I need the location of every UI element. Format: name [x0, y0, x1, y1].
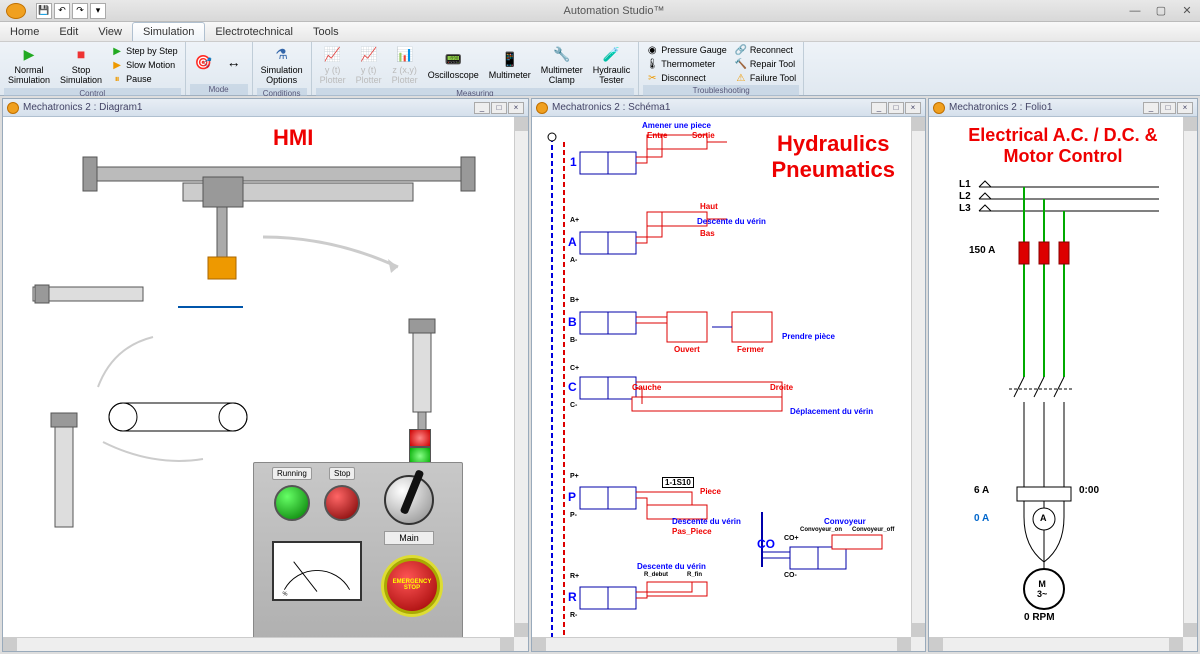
control-panel: Running Stop Main % EMERGENCYSTOP	[253, 462, 463, 642]
pane-close-button[interactable]: ×	[1177, 102, 1193, 114]
reconnect-button[interactable]: 🔗Reconnect	[732, 43, 799, 57]
scrollbar-vertical[interactable]	[514, 117, 528, 637]
running-label: Running	[272, 467, 312, 480]
pane-max-button[interactable]: □	[888, 102, 904, 114]
qat-button[interactable]: ▾	[90, 3, 106, 19]
pane-title-bar[interactable]: Mechatronics 2 : Folio1 _□×	[929, 99, 1197, 117]
qat-button[interactable]: ↶	[54, 3, 70, 19]
pause-button[interactable]: ⏸Pause	[108, 72, 181, 86]
simulation-options-button[interactable]: ⚗Simulation Options	[257, 43, 307, 88]
pane-title-text: Mechatronics 2 : Diagram1	[23, 102, 143, 113]
pane-min-button[interactable]: _	[1143, 102, 1159, 114]
electrical-canvas[interactable]: Electrical A.C. / D.C. & Motor Control	[929, 117, 1197, 651]
selector-switch[interactable]	[384, 475, 434, 525]
pane-logo-icon	[7, 102, 19, 114]
svg-text:%: %	[282, 591, 287, 597]
emergency-stop-button[interactable]: EMERGENCYSTOP	[384, 558, 440, 614]
workspace: Mechatronics 2 : Diagram1 _□× HMI	[0, 96, 1200, 654]
title-bar: 💾 ↶ ↷ ▾ Automation Studio™ — ▢ ✕	[0, 0, 1200, 22]
analog-meter: %	[272, 541, 362, 601]
group-troubleshooting: ◉Pressure Gauge 🌡Thermometer ✂Disconnect…	[639, 42, 804, 95]
scrollbar-horizontal[interactable]	[929, 637, 1183, 651]
multimeter-button[interactable]: 📱Multimeter	[485, 48, 535, 83]
disconnect-button[interactable]: ✂Disconnect	[643, 71, 730, 85]
scrollbar-horizontal[interactable]	[3, 637, 514, 651]
pane-max-button[interactable]: □	[1160, 102, 1176, 114]
tab-view[interactable]: View	[88, 23, 132, 41]
pane-close-button[interactable]: ×	[905, 102, 921, 114]
running-button[interactable]	[274, 485, 310, 521]
tab-home[interactable]: Home	[0, 23, 49, 41]
window-title: Automation Studio™	[106, 5, 1122, 17]
hydraulics-canvas[interactable]: Hydraulics Pneumatics	[532, 117, 925, 651]
group-conditions: ⚗Simulation Options Conditions	[253, 42, 312, 95]
pane-min-button[interactable]: _	[474, 102, 490, 114]
main-label: Main	[384, 531, 434, 545]
scrollbar-vertical[interactable]	[1183, 117, 1197, 637]
pane-title-text: Mechatronics 2 : Folio1	[949, 102, 1052, 113]
normal-simulation-button[interactable]: ▶Normal Simulation	[4, 43, 54, 88]
rpm-reading: 0 RPM	[1024, 612, 1055, 623]
mode-button-2[interactable]: ↔	[220, 51, 248, 76]
z-plotter-button[interactable]: 📊z (x,y) Plotter	[388, 43, 422, 88]
y-plotter-2-button[interactable]: 📈y (t) Plotter	[352, 43, 386, 88]
scrollbar-vertical[interactable]	[911, 117, 925, 637]
pane-logo-icon	[536, 102, 548, 114]
hmi-canvas[interactable]: HMI	[3, 117, 528, 651]
pane-max-button[interactable]: □	[491, 102, 507, 114]
minimize-button[interactable]: —	[1122, 1, 1148, 21]
scrollbar-horizontal[interactable]	[532, 637, 911, 651]
hydraulics-schematic	[532, 117, 915, 651]
app-logo-icon	[6, 3, 26, 19]
mode-button[interactable]: 🎯	[190, 51, 218, 76]
qat-button[interactable]: 💾	[36, 3, 52, 19]
ammeter-reading: 0 A	[974, 513, 989, 524]
step-by-step-button[interactable]: ▶Step by Step	[108, 44, 181, 58]
group-measuring: 📈y (t) Plotter 📈y (t) Plotter 📊z (x,y) P…	[312, 42, 640, 95]
pane-close-button[interactable]: ×	[508, 102, 524, 114]
maximize-button[interactable]: ▢	[1148, 1, 1174, 21]
group-control: ▶Normal Simulation ■Stop Simulation ▶Ste…	[0, 42, 186, 95]
pane-min-button[interactable]: _	[871, 102, 887, 114]
close-button[interactable]: ✕	[1174, 1, 1200, 21]
tab-electrotechnical[interactable]: Electrotechnical	[205, 23, 303, 41]
pane-title-text: Mechatronics 2 : Schéma1	[552, 102, 670, 113]
tab-edit[interactable]: Edit	[49, 23, 88, 41]
pane-title-bar[interactable]: Mechatronics 2 : Diagram1 _□×	[3, 99, 528, 117]
pane-title-bar[interactable]: Mechatronics 2 : Schéma1 _□×	[532, 99, 925, 117]
quick-access-toolbar: 💾 ↶ ↷ ▾	[36, 3, 106, 19]
pane-hmi: Mechatronics 2 : Diagram1 _□× HMI	[2, 98, 529, 652]
thermometer-button[interactable]: 🌡Thermometer	[643, 57, 730, 71]
pane-hydraulics: Mechatronics 2 : Schéma1 _□× Hydraulics …	[531, 98, 926, 652]
clamp-button[interactable]: 🔧Multimeter Clamp	[537, 43, 587, 88]
tab-tools[interactable]: Tools	[303, 23, 349, 41]
stop-button[interactable]	[324, 485, 360, 521]
repair-tool-button[interactable]: 🔨Repair Tool	[732, 57, 799, 71]
oscilloscope-button[interactable]: 📟Oscilloscope	[424, 48, 483, 83]
stack-light-red	[409, 429, 431, 447]
tab-simulation[interactable]: Simulation	[132, 22, 205, 41]
pressure-gauge-button[interactable]: ◉Pressure Gauge	[643, 43, 730, 57]
group-mode: 🎯 ↔ Mode	[186, 42, 253, 95]
y-plotter-button[interactable]: 📈y (t) Plotter	[316, 43, 350, 88]
pane-logo-icon	[933, 102, 945, 114]
pane-electrical: Mechatronics 2 : Folio1 _□× Electrical A…	[928, 98, 1198, 652]
failure-tool-button[interactable]: ⚠Failure Tool	[732, 71, 799, 85]
stop-label: Stop	[329, 467, 355, 480]
ribbon: ▶Normal Simulation ■Stop Simulation ▶Ste…	[0, 42, 1200, 96]
hydraulic-tester-button[interactable]: 🧪Hydraulic Tester	[589, 43, 635, 88]
qat-button[interactable]: ↷	[72, 3, 88, 19]
slow-motion-button[interactable]: ▶Slow Motion	[108, 58, 181, 72]
stop-simulation-button[interactable]: ■Stop Simulation	[56, 43, 106, 88]
ribbon-tabs: Home Edit View Simulation Electrotechnic…	[0, 22, 1200, 42]
